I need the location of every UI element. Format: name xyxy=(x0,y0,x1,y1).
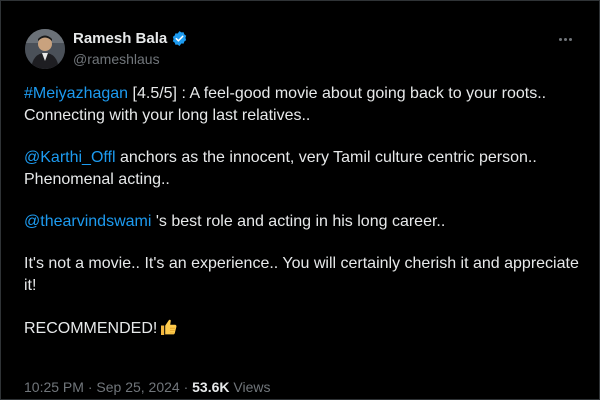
meta-separator: · xyxy=(87,379,93,395)
profile-photo xyxy=(25,29,65,69)
tweet-text-segment: It's not a movie.. It's an experience.. … xyxy=(24,255,579,294)
tweet-text: #Meiyazhagan [4.5/5] : A feel-good movie… xyxy=(24,83,580,364)
more-dot xyxy=(568,37,572,41)
hashtag-link[interactable]: #Meiyazhagan xyxy=(24,85,128,102)
meta-separator: · xyxy=(183,379,189,395)
mention-link[interactable]: @thearvindswami xyxy=(24,213,151,230)
author-name-row[interactable]: Ramesh Bala xyxy=(73,30,188,47)
verified-badge-icon xyxy=(171,30,188,47)
author-handle[interactable]: @rameshlaus xyxy=(73,51,160,67)
more-options-button[interactable] xyxy=(554,29,576,49)
mention-link[interactable]: @Karthi_Offl xyxy=(24,149,116,166)
more-horizontal-icon xyxy=(558,37,562,41)
more-dot xyxy=(563,37,567,41)
tweet-paragraph: It's not a movie.. It's an experience.. … xyxy=(24,253,580,297)
author-display-name[interactable]: Ramesh Bala xyxy=(73,30,167,47)
tweet-paragraph: @Karthi_Offl anchors as the innocent, ve… xyxy=(24,147,580,191)
tweet-text-segment: 's best role and acting in his long care… xyxy=(151,213,446,230)
tweet-date[interactable]: Sep 25, 2024 xyxy=(96,379,179,395)
tweet-meta: 10:25 PM · Sep 25, 2024 · 53.6K Views xyxy=(24,379,270,395)
tweet-paragraph: RECOMMENDED! xyxy=(24,317,580,344)
views-count[interactable]: 53.6K xyxy=(192,379,229,395)
tweet-text-segment: RECOMMENDED! xyxy=(24,320,158,337)
tweet-paragraph: #Meiyazhagan [4.5/5] : A feel-good movie… xyxy=(24,83,580,127)
thumbs-up-icon xyxy=(159,317,179,344)
tweet-time[interactable]: 10:25 PM xyxy=(24,379,84,395)
tweet-paragraph: @thearvindswami 's best role and acting … xyxy=(24,211,580,233)
views-label: Views xyxy=(233,379,271,395)
avatar[interactable] xyxy=(25,29,65,69)
